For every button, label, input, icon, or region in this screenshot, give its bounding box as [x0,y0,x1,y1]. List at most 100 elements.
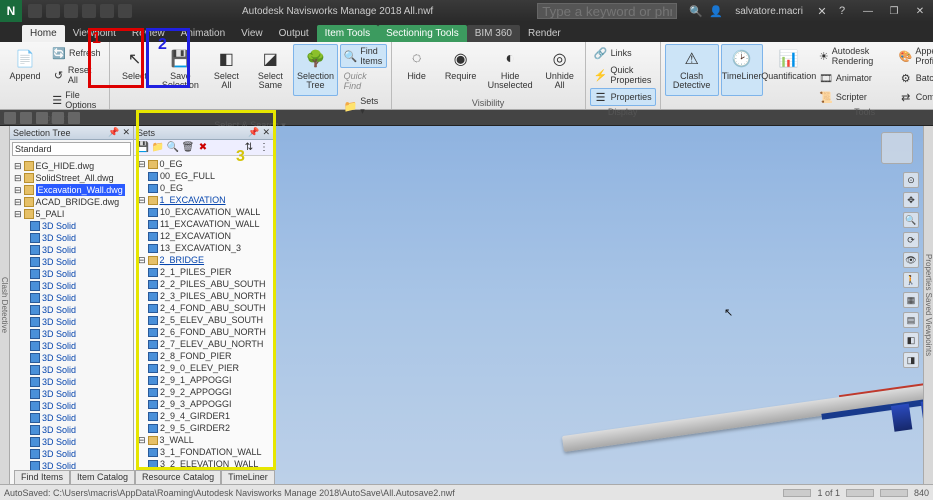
links-button[interactable]: 🔗Links [590,44,656,62]
app-logo[interactable]: N [0,0,22,22]
sets-tool-icon[interactable]: 🔍 [167,142,179,154]
selection-tree-button[interactable]: 🌳 Selection Tree [293,44,337,96]
require-button[interactable]: ◉Require [440,44,482,96]
reset-all-button[interactable]: ↺Reset All [48,63,105,87]
qat-btn[interactable] [46,4,60,18]
sets-item[interactable]: 12_EXCAVATION [136,230,271,242]
autodesk-rendering-button[interactable]: ☀Autodesk Rendering [815,44,893,68]
quick-find-input[interactable]: Quick Find [340,69,387,93]
left-dock-tab[interactable]: Clash Detective [0,126,10,484]
close-panel-icon[interactable]: ✕ [262,127,270,138]
sets-body[interactable]: ⊟0_EG00_EG_FULL0_EG⊟1_EXCAVATION10_EXCAV… [134,156,273,484]
tree-item-solid[interactable]: 3D Solid [12,436,131,448]
tab-home[interactable]: Home [22,25,65,42]
unhide-all-button[interactable]: ◎Unhide All [539,44,581,96]
sets-item[interactable]: 0_EG [136,182,271,194]
tree-item[interactable]: ⊟ACAD_BRIDGE.dwg [12,196,131,208]
tree-item-solid[interactable]: 3D Solid [12,352,131,364]
doc-btn[interactable] [4,112,16,124]
sets-tool-icon[interactable]: 📁 [152,142,164,154]
tree-item-solid[interactable]: 3D Solid [12,376,131,388]
tree-item-solid[interactable]: 3D Solid [12,268,131,280]
tree-item-solid[interactable]: 3D Solid [12,340,131,352]
clash-detective-button[interactable]: ⚠Clash Detective [665,44,719,96]
nav-pan-icon[interactable]: ✥ [903,192,919,208]
sets-item[interactable]: 2_5_ELEV_ABU_SOUTH [136,314,271,326]
sets-item[interactable]: 3_1_FONDATION_WALL [136,446,271,458]
nav-orbit-icon[interactable]: ⟳ [903,232,919,248]
exchange-icon[interactable]: ✕ [815,4,829,18]
sets-folder[interactable]: ⊟0_EG [136,158,271,170]
sets-item[interactable]: 2_7_ELEV_ABU_NORTH [136,338,271,350]
scripter-button[interactable]: 📜Scripter [815,88,893,106]
sets-tool-icon[interactable]: ⋮ [258,142,270,154]
sets-tool-icon[interactable]: ✖ [197,142,209,154]
tree-item[interactable]: ⊟SolidStreet_All.dwg [12,172,131,184]
qat-btn[interactable] [28,4,42,18]
nav-look-icon[interactable]: 👁 [903,252,919,268]
sets-folder[interactable]: ⊟1_EXCAVATION [136,194,271,206]
close-panel-icon[interactable]: ✕ [122,127,130,138]
sets-item[interactable]: 2_9_0_ELEV_PIER [136,362,271,374]
sets-item[interactable]: 2_6_FOND_ABU_NORTH [136,326,271,338]
sets-header[interactable]: Sets 📌✕ [134,126,273,140]
tree-item-solid[interactable]: 3D Solid [12,220,131,232]
tree-item-solid[interactable]: 3D Solid [12,364,131,376]
select-button[interactable]: ↖ Select [114,44,156,96]
tree-item[interactable]: ⊟Excavation_Wall.dwg [12,184,131,196]
tab-sectioning-tools[interactable]: Sectioning Tools [378,25,467,42]
search-icon[interactable]: 🔍 [689,4,703,18]
bottom-tab-item-catalog[interactable]: Item Catalog [70,470,135,484]
sets-item[interactable]: 3_2_ELEVATION_WALL [136,458,271,470]
qat-btn[interactable] [64,4,78,18]
help-icon[interactable]: ? [835,4,849,18]
close-button[interactable]: ✕ [907,0,933,22]
sets-item[interactable]: 2_9_3_APPOGGI [136,398,271,410]
append-button[interactable]: 📄 Append [4,44,46,96]
select-all-button[interactable]: ◧ Select All [205,44,247,96]
file-options-button[interactable]: ☰File Options [48,88,105,112]
tree-item-solid[interactable]: 3D Solid [12,232,131,244]
sets-item[interactable]: 2_9_4_GIRDER1 [136,410,271,422]
sets-item[interactable]: 2_1_PILES_PIER [136,266,271,278]
tree-item[interactable]: ⊟5_PALI [12,208,131,220]
sets-tool-icon[interactable]: 🗑 [182,142,194,154]
selection-tree-header[interactable]: Selection Tree 📌✕ [10,126,133,140]
sets-item[interactable]: 13_EXCAVATION_3 [136,242,271,254]
qat-btn[interactable] [100,4,114,18]
batch-utility-button[interactable]: ⚙Batch Utility [895,69,933,87]
find-items-button[interactable]: 🔍Find Items [340,44,387,68]
pin-icon[interactable]: 📌 [108,127,119,138]
tree-item-solid[interactable]: 3D Solid [12,280,131,292]
doc-btn[interactable] [52,112,64,124]
qat-btn[interactable] [118,4,132,18]
sets-button[interactable]: 📁Sets ▾ [340,94,387,119]
sets-item[interactable]: 2_8_FOND_PIER [136,350,271,362]
compare-button[interactable]: ⇄Compare [895,88,933,106]
select-same-button[interactable]: ◪ Select Same [249,44,291,96]
doc-btn[interactable] [36,112,48,124]
selection-tree-body[interactable]: ⊟EG_HIDE.dwg⊟SolidStreet_All.dwg⊟Excavat… [10,158,133,484]
nav-tool-icon[interactable]: ▦ [903,292,919,308]
maximize-button[interactable]: ❐ [881,0,907,22]
bottom-tab-find-items[interactable]: Find Items [14,470,70,484]
timeliner-button[interactable]: 🕑TimeLiner [721,44,763,96]
minimize-button[interactable]: — [855,0,881,22]
sets-item[interactable]: 2_3_PILES_ABU_NORTH [136,290,271,302]
sets-item[interactable]: 2_2_PILES_ABU_SOUTH [136,278,271,290]
sets-folder[interactable]: ⊟2_BRIDGE [136,254,271,266]
tab-item-tools[interactable]: Item Tools [317,25,378,42]
doc-btn[interactable] [20,112,32,124]
sets-item[interactable]: 2_9_1_APPOGGI [136,374,271,386]
properties-button[interactable]: ☰Properties [590,88,656,106]
tree-item-solid[interactable]: 3D Solid [12,256,131,268]
tree-item-solid[interactable]: 3D Solid [12,412,131,424]
sets-folder[interactable]: ⊟3_WALL [136,434,271,446]
sets-item[interactable]: 2_4_FOND_ABU_SOUTH [136,302,271,314]
hide-button[interactable]: ◌Hide [396,44,438,96]
bridge-model[interactable] [559,330,923,484]
user-name[interactable]: salvatore.macri [735,6,803,17]
viewcube[interactable] [881,132,913,164]
nav-walk-icon[interactable]: 🚶 [903,272,919,288]
tree-item[interactable]: ⊟EG_HIDE.dwg [12,160,131,172]
